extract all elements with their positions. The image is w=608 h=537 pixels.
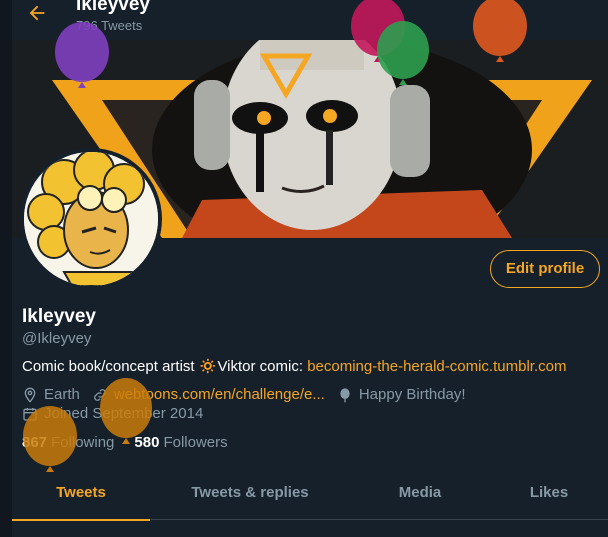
profile-meta: Earth webtoons.com/en/challenge/e... Hap… [22,386,478,403]
profile-header: Ikleyvey 796 Tweets [12,0,608,40]
display-name: Ikleyvey [22,306,96,327]
following-count[interactable]: 867 [22,434,47,451]
header-name: Ikleyvey [76,0,150,15]
user-handle: @Ikleyvey [22,330,92,347]
arrow-left-icon [29,5,45,21]
location-item: Earth [22,386,80,403]
website-item[interactable]: webtoons.com/en/challenge/e... [92,386,325,403]
bio-link[interactable]: becoming-the-herald-comic.tumblr.com [307,358,566,375]
followers-label[interactable]: Followers [163,434,227,451]
bio-text: Comic book/concept artist [22,358,199,375]
bio-text-2: Viktor comic: [217,358,308,375]
followers-count[interactable]: 580 [134,434,159,451]
tab-tweets-replies[interactable]: Tweets & replies [150,468,350,520]
profile-panel: Ikleyvey 796 Tweets Edit profile Ikleyve… [12,0,608,537]
tab-tweets[interactable]: Tweets [12,468,150,521]
joined-text: Joined September 2014 [44,405,204,422]
profile-bio: Comic book/concept artist 🔅Viktor comic:… [22,357,566,375]
tab-media[interactable]: Media [350,468,490,520]
joined-date: Joined September 2014 [22,405,203,422]
balloon-icon [340,387,350,402]
back-button[interactable] [26,2,50,24]
location-pin-icon [24,387,36,403]
website-link[interactable]: webtoons.com/en/challenge/e... [114,386,325,403]
following-label[interactable]: Following [51,434,114,451]
follow-stats: 867 Following 580 Followers [22,434,248,451]
sun-icon: 🔅 [198,358,218,375]
birthday-item: Happy Birthday! [337,386,466,403]
window-edge [0,0,12,537]
tab-likes[interactable]: Likes [490,468,608,520]
link-icon [93,388,106,401]
birthday-text: Happy Birthday! [358,386,466,403]
calendar-icon [23,407,37,421]
profile-tabs: Tweets Tweets & replies Media Likes [12,468,608,521]
header-tweet-count: 796 Tweets [76,18,143,33]
profile-avatar[interactable] [20,148,162,290]
edit-profile-button[interactable]: Edit profile [490,250,600,288]
location-text: Earth [44,386,80,403]
